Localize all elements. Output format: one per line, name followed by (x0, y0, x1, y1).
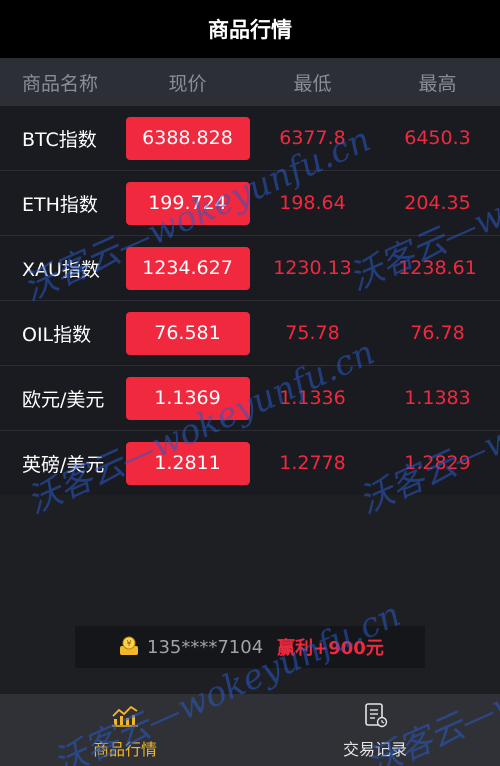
column-header-low: 最低 (293, 72, 332, 95)
column-header-high: 最高 (418, 72, 457, 95)
product-name: XAU指数 (22, 258, 100, 281)
page-title: 商品行情 (0, 0, 500, 58)
product-name: OIL指数 (22, 323, 92, 346)
quote-list: BTC指数 6388.828 6377.8 6450.3 ETH指数 199.7… (0, 106, 500, 496)
low-value: 1230.13 (273, 257, 352, 279)
winner-phone: 135****7104 (147, 636, 264, 658)
price-button[interactable]: 1.1369 (125, 376, 250, 420)
table-row[interactable]: 英磅/美元 1.2811 1.2778 1.2829 (0, 431, 500, 496)
table-row[interactable]: OIL指数 76.581 75.78 76.78 (0, 301, 500, 366)
table-row[interactable]: ETH指数 199.724 198.64 204.35 (0, 171, 500, 236)
price-button[interactable]: 1.2811 (125, 441, 250, 485)
price-button[interactable]: 6388.828 (125, 116, 250, 160)
low-value: 1.1336 (279, 387, 346, 409)
gold-coin-icon: ¥ (117, 634, 141, 658)
high-value: 204.35 (404, 192, 471, 214)
tab-market[interactable]: 商品行情 (0, 694, 250, 766)
table-row[interactable]: XAU指数 1234.627 1230.13 1238.61 (0, 236, 500, 301)
high-value: 1.2829 (404, 452, 471, 474)
product-name: BTC指数 (22, 128, 97, 151)
product-name: 欧元/美元 (22, 388, 105, 411)
document-icon (360, 702, 390, 732)
product-name: 英磅/美元 (22, 453, 105, 476)
low-value: 6377.8 (279, 127, 346, 149)
price-button[interactable]: 1234.627 (125, 246, 250, 290)
column-header-name: 商品名称 (22, 72, 99, 95)
low-value: 1.2778 (279, 452, 346, 474)
low-value: 198.64 (279, 192, 346, 214)
table-row[interactable]: BTC指数 6388.828 6377.8 6450.3 (0, 106, 500, 171)
chart-icon (110, 702, 140, 732)
high-value: 1238.61 (398, 257, 477, 279)
low-value: 75.78 (285, 322, 340, 344)
tab-trade-records-label: 交易记录 (342, 740, 407, 759)
table-header: 商品名称 现价 最低 最高 (0, 58, 500, 106)
high-value: 6450.3 (404, 127, 471, 149)
tab-trade-records[interactable]: 交易记录 (250, 694, 500, 766)
high-value: 76.78 (410, 322, 465, 344)
price-button[interactable]: 199.724 (125, 181, 250, 225)
bottom-tabbar: 商品行情 交易记录 (0, 694, 500, 766)
high-value: 1.1383 (404, 387, 471, 409)
price-button[interactable]: 76.581 (125, 311, 250, 355)
win-amount: 赢利+900元 (277, 638, 384, 659)
svg-text:¥: ¥ (126, 639, 131, 648)
win-ticker: ¥ 135****7104 赢利+900元 (75, 626, 425, 668)
tab-market-label: 商品行情 (92, 740, 157, 759)
column-header-price: 现价 (168, 72, 207, 95)
table-row[interactable]: 欧元/美元 1.1369 1.1336 1.1383 (0, 366, 500, 431)
product-name: ETH指数 (22, 193, 98, 216)
